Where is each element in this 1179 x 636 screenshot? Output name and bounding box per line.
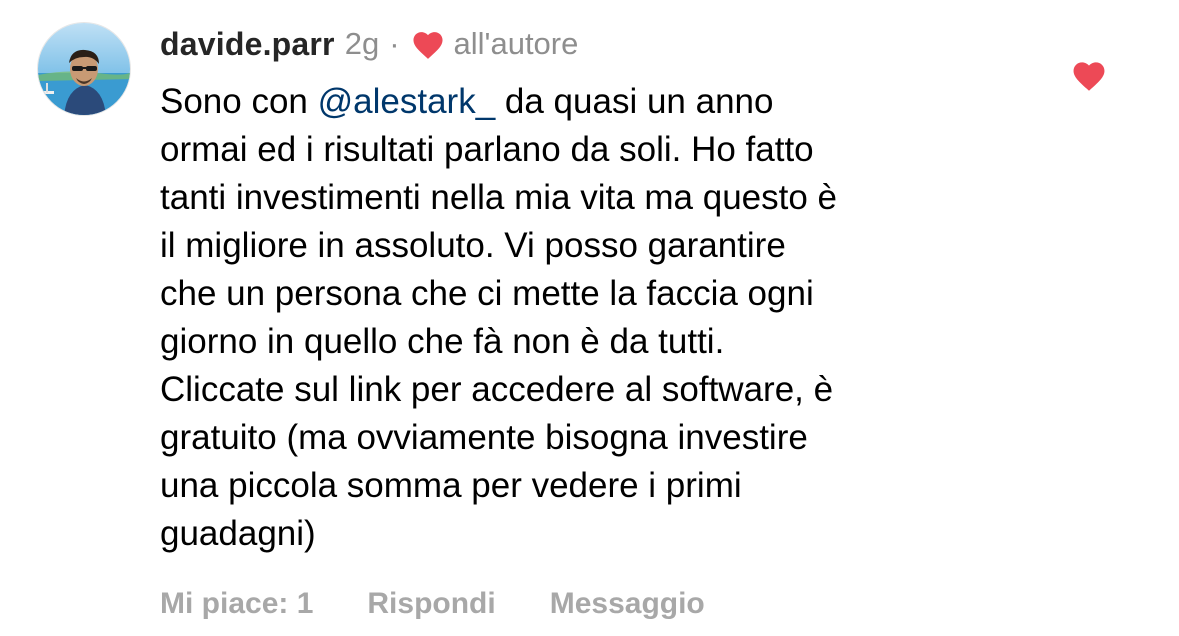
comment-line: ormai ed i risultati parlano da soli. Ho… bbox=[160, 130, 814, 169]
comment-line: Sono con @alestark_ da quasi un anno bbox=[160, 78, 1040, 126]
reply-button[interactable]: Rispondi bbox=[367, 587, 495, 621]
message-button[interactable]: Messaggio bbox=[550, 587, 705, 621]
avatar-photo bbox=[38, 23, 130, 115]
comment-line: il migliore in assoluto. Vi posso garant… bbox=[160, 226, 786, 265]
comment-line: gratuito (ma ovviamente bisogna investir… bbox=[160, 418, 808, 457]
likes-count-button[interactable]: Mi piace: 1 bbox=[160, 587, 313, 621]
comment: davide.parr 2g · all'autore Sono con @al… bbox=[0, 0, 1179, 636]
avatar[interactable] bbox=[37, 22, 131, 116]
comment-header: davide.parr 2g · all'autore bbox=[160, 24, 578, 64]
comment-line: giorno in quello che fà non è da tutti. bbox=[160, 322, 725, 361]
heart-filled-icon bbox=[410, 28, 446, 60]
author-like-label: all'autore bbox=[453, 26, 579, 61]
timestamp: 2g bbox=[344, 26, 380, 61]
comment-body: Sono con @alestark_ da quasi un anno orm… bbox=[160, 78, 1040, 558]
comment-line: che un persona che ci mette la faccia og… bbox=[160, 274, 814, 313]
comment-line: tanti investimenti nella mia vita ma que… bbox=[160, 178, 837, 217]
separator-dot: · bbox=[389, 26, 400, 61]
comment-actions: Mi piace: 1 Rispondi Messaggio bbox=[160, 582, 705, 626]
mention-link[interactable]: @alestark_ bbox=[318, 82, 496, 121]
comment-line: una piccola somma per vedere i primi bbox=[160, 466, 742, 505]
heart-filled-icon bbox=[1073, 62, 1105, 91]
comment-text: Sono con bbox=[160, 82, 318, 121]
comment-line: guadagni) bbox=[160, 514, 316, 553]
comment-line: Cliccate sul link per accedere al softwa… bbox=[160, 370, 834, 409]
username[interactable]: davide.parr bbox=[160, 26, 335, 63]
like-button[interactable] bbox=[1070, 58, 1108, 92]
comment-text: da quasi un anno bbox=[495, 82, 774, 121]
